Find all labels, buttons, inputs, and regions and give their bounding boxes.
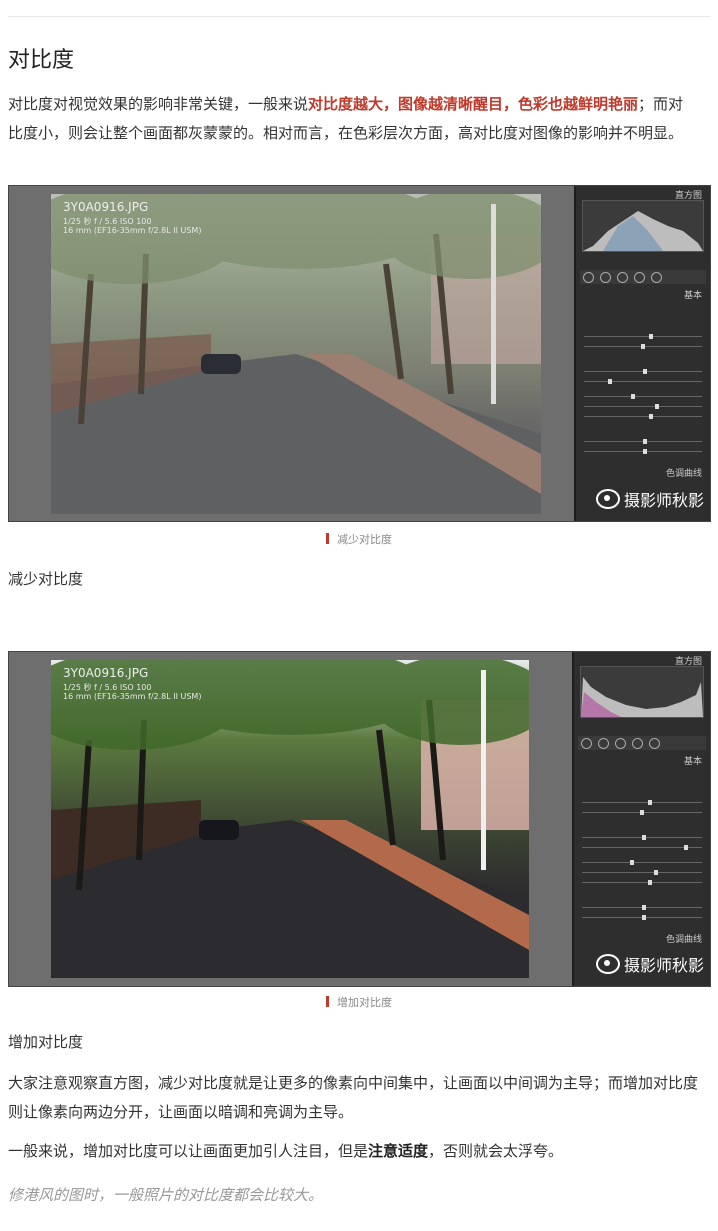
slider-exposure[interactable] xyxy=(584,369,702,374)
slider-vibrance[interactable] xyxy=(582,915,702,920)
tone-curve-label: 色调曲线 xyxy=(665,935,702,945)
advice-bold: 注意适度 xyxy=(368,1142,429,1160)
slider-tint[interactable] xyxy=(582,810,702,815)
develop-panel: 直方图 基本 色调曲线 xyxy=(574,186,710,521)
slider-contrast[interactable] xyxy=(584,379,702,384)
file-name: 3Y0A0916.JPG xyxy=(63,666,149,680)
intro-highlight: 对比度越大，图像越清晰醒目，色彩也越鲜明艳丽 xyxy=(308,95,639,113)
slider-temp[interactable] xyxy=(582,800,702,805)
lightroom-screenshot-reduced: 3Y0A0916.JPG 1/25 秒 f / 5.6 ISO 100 16 m… xyxy=(8,185,711,522)
road-photo-increased: 3Y0A0916.JPG 1/25 秒 f / 5.6 ISO 100 16 m… xyxy=(51,660,529,978)
caption-reduced: 减少对比度 xyxy=(0,531,718,547)
slider-shadows[interactable] xyxy=(584,404,702,409)
watermark-text: 摄影师秋影 xyxy=(623,491,704,510)
heading-reduce: 减少对比度 xyxy=(8,570,84,588)
slider-shadows[interactable] xyxy=(582,870,702,875)
develop-panel: 直方图 基本 色调曲线 xyxy=(572,652,710,986)
basic-label: 基本 xyxy=(683,291,702,301)
slider-vibrance[interactable] xyxy=(584,449,702,454)
histogram xyxy=(580,666,704,718)
heading-increase: 增加对比度 xyxy=(8,1033,84,1051)
slider-tint[interactable] xyxy=(584,344,702,349)
advice-paragraph: 一般来说，增加对比度可以让画面更加引人注目，但是注意适度，否则就会太浮夸。 xyxy=(8,1142,564,1160)
basic-label: 基本 xyxy=(683,757,702,767)
slider-whites[interactable] xyxy=(582,880,702,885)
histogram-paragraph: 大家注意观察直方图，减少对比度就是让更多的像素向中间集中，让画面以中间调为主导；… xyxy=(8,1074,699,1121)
slider-clarity[interactable] xyxy=(582,905,702,910)
caption-increased: 增加对比度 xyxy=(0,994,718,1010)
slider-temp[interactable] xyxy=(584,334,702,339)
slider-highlights[interactable] xyxy=(584,394,702,399)
top-divider xyxy=(8,16,710,17)
lightroom-screenshot-increased: 3Y0A0916.JPG 1/25 秒 f / 5.6 ISO 100 16 m… xyxy=(8,651,711,987)
slider-exposure[interactable] xyxy=(582,835,702,840)
weibo-icon xyxy=(595,489,620,509)
road-photo-reduced: 3Y0A0916.JPG 1/25 秒 f / 5.6 ISO 100 16 m… xyxy=(51,194,541,514)
caption-bar-icon xyxy=(326,533,329,544)
slider-highlights[interactable] xyxy=(582,860,702,865)
exif-line-2: 16 mm (EF16-35mm f/2.8L II USM) xyxy=(63,226,202,235)
intro-text: 对比度对视觉效果的影响非常关键，一般来说 xyxy=(8,95,309,113)
tool-strip[interactable] xyxy=(580,270,706,284)
weibo-icon xyxy=(595,954,620,974)
slider-whites[interactable] xyxy=(584,414,702,419)
weibo-watermark: 摄影师秋影 xyxy=(595,952,704,976)
slider-clarity[interactable] xyxy=(584,439,702,444)
intro-paragraph: 对比度对视觉效果的影响非常关键，一般来说对比度越大，图像越清晰醒目，色彩也越鲜明… xyxy=(8,90,698,148)
weibo-watermark: 摄影师秋影 xyxy=(595,487,704,511)
watermark-text: 摄影师秋影 xyxy=(623,956,704,975)
caption-bar-icon xyxy=(326,996,329,1007)
section-title: 对比度 xyxy=(8,48,75,73)
slider-contrast[interactable] xyxy=(582,845,702,850)
tone-curve-label: 色调曲线 xyxy=(665,469,702,479)
histogram xyxy=(582,200,704,252)
hk-style-note: 修港风的图时，一般照片的对比度都会比较大。 xyxy=(8,1186,324,1204)
file-name: 3Y0A0916.JPG xyxy=(63,200,149,214)
tool-strip[interactable] xyxy=(578,736,706,750)
exif-line-2: 16 mm (EF16-35mm f/2.8L II USM) xyxy=(63,692,202,701)
